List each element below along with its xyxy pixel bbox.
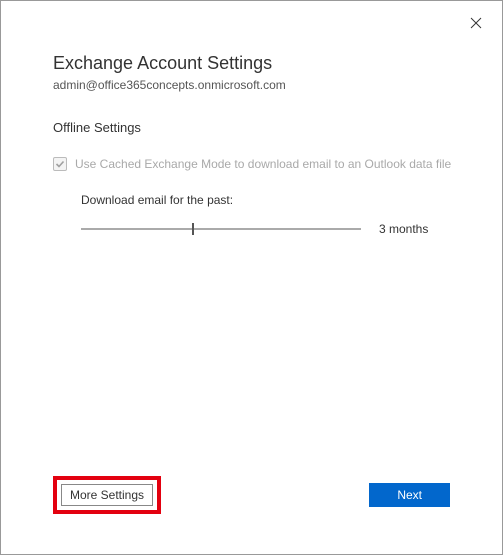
- slider-row: 3 months: [81, 221, 458, 237]
- cached-mode-checkbox: [53, 157, 67, 171]
- more-settings-button[interactable]: More Settings: [61, 484, 153, 506]
- offline-section-label: Offline Settings: [53, 120, 458, 135]
- dialog-footer: More Settings Next: [1, 476, 502, 514]
- close-icon: [470, 17, 482, 29]
- slider-value-label: 3 months: [379, 222, 428, 236]
- more-settings-highlight: More Settings: [53, 476, 161, 514]
- cached-mode-row: Use Cached Exchange Mode to download ema…: [53, 157, 458, 171]
- download-range-slider[interactable]: [81, 221, 361, 237]
- slider-track-line: [81, 228, 361, 230]
- slider-thumb[interactable]: [192, 223, 194, 235]
- checkmark-icon: [55, 159, 65, 169]
- page-title: Exchange Account Settings: [53, 53, 458, 74]
- dialog-content: Exchange Account Settings admin@office36…: [1, 1, 502, 257]
- next-button[interactable]: Next: [369, 483, 450, 507]
- slider-label: Download email for the past:: [81, 193, 458, 207]
- slider-section: Download email for the past: 3 months: [53, 193, 458, 237]
- close-button[interactable]: [462, 9, 490, 37]
- account-email: admin@office365concepts.onmicrosoft.com: [53, 78, 458, 92]
- cached-mode-label: Use Cached Exchange Mode to download ema…: [75, 157, 451, 171]
